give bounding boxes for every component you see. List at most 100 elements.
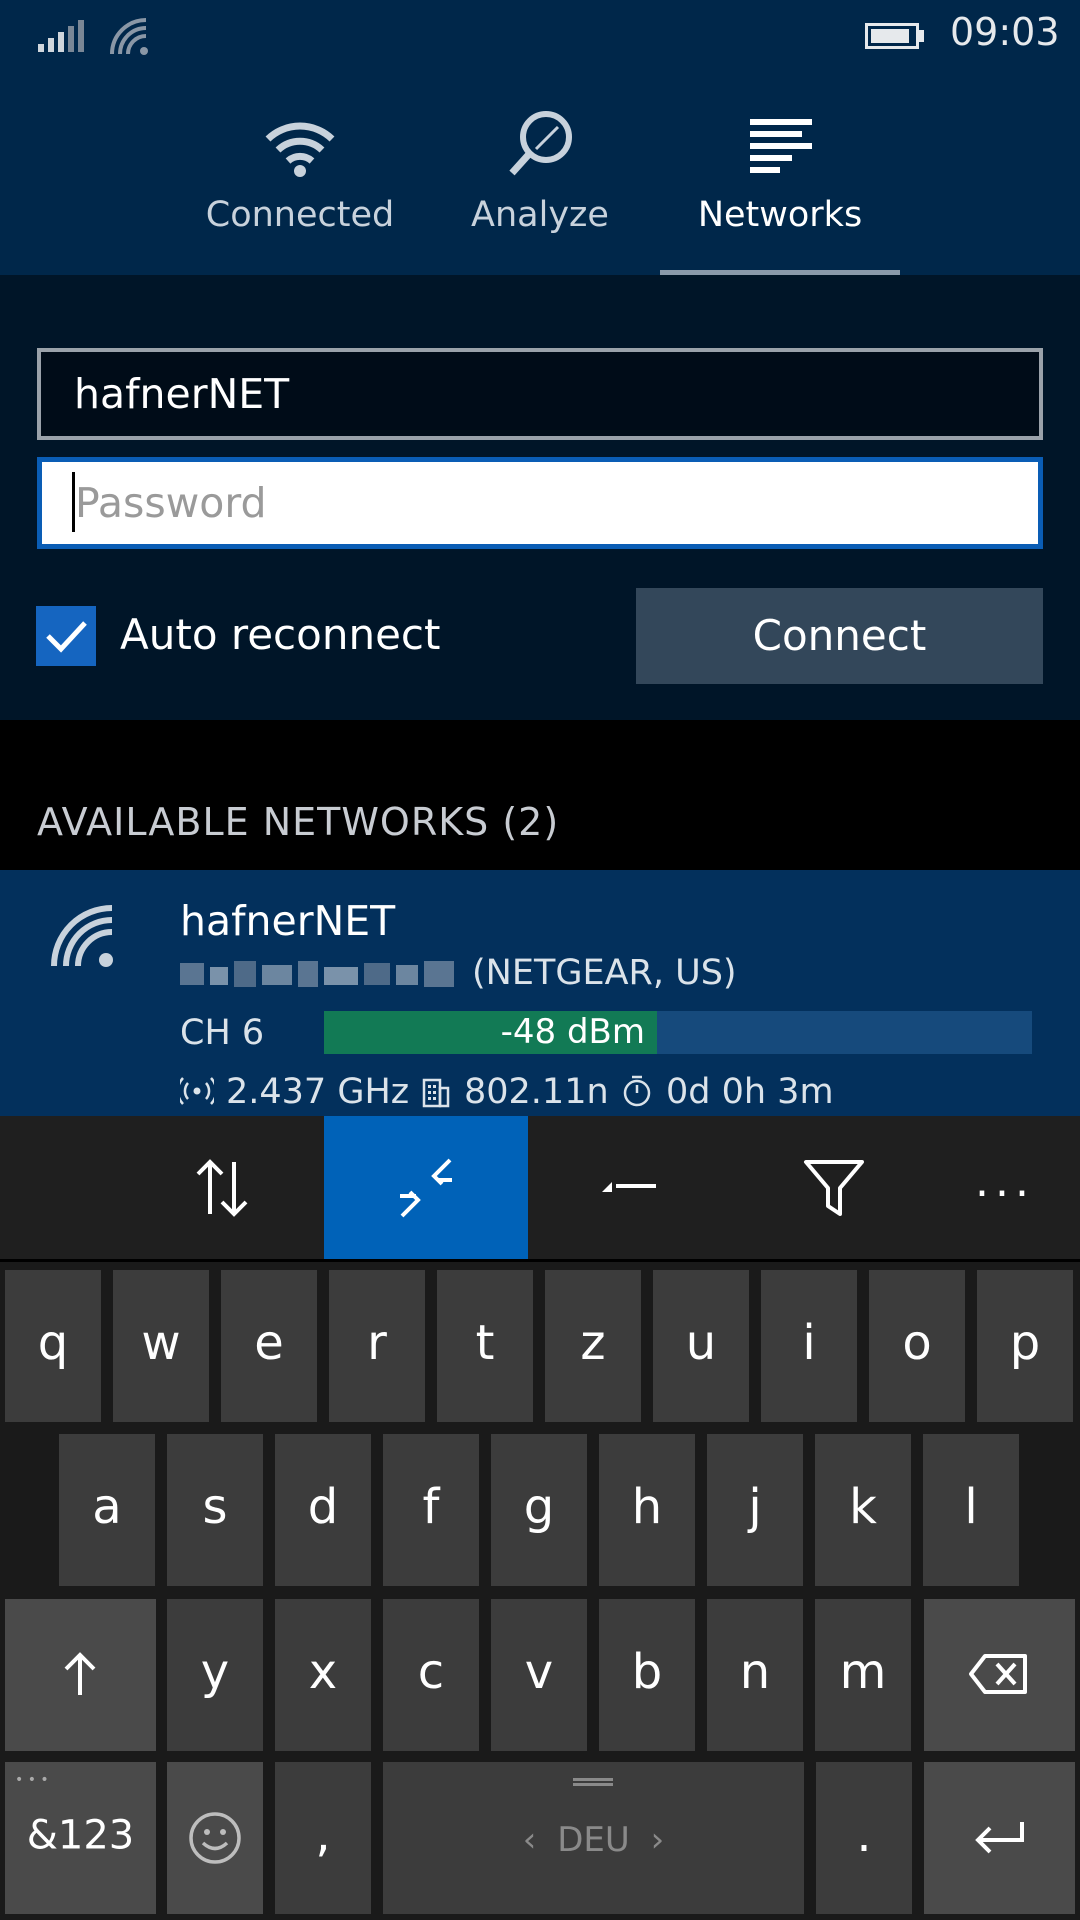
password-input[interactable]: Password	[37, 457, 1043, 549]
backspace-key[interactable]	[924, 1599, 1075, 1751]
smiley-icon	[189, 1812, 241, 1864]
key-label: k	[849, 1479, 877, 1536]
key-g[interactable]: g	[491, 1434, 587, 1586]
space-key[interactable]: ‹ DEU ›	[383, 1762, 804, 1914]
key-label: g	[523, 1479, 555, 1536]
status-bar: 09:03	[0, 0, 1080, 75]
key-label: l	[964, 1479, 978, 1536]
available-networks-heading: AVAILABLE NETWORKS (2)	[37, 800, 560, 844]
filter-button[interactable]	[754, 1116, 914, 1259]
connect-button[interactable]: Connect	[636, 588, 1043, 684]
key-label: m	[839, 1644, 887, 1701]
tab-networks[interactable]: Networks	[660, 75, 900, 275]
radio-frequency-icon	[180, 1077, 214, 1105]
text-caret	[72, 472, 75, 532]
filter-icon	[804, 1160, 864, 1216]
key-f[interactable]: f	[383, 1434, 479, 1586]
wifi-icon	[265, 122, 335, 177]
keyboard-dots: • • •	[15, 1772, 49, 1788]
clock: 09:03	[950, 10, 1060, 54]
enter-key[interactable]	[924, 1762, 1075, 1914]
key-label: f	[422, 1479, 440, 1536]
pin-button[interactable]	[550, 1116, 710, 1259]
tab-networks-label: Networks	[697, 195, 863, 235]
network-frequency: 2.437 GHz	[226, 1072, 410, 1112]
key-d[interactable]: d	[275, 1434, 371, 1586]
key-label: c	[417, 1644, 445, 1701]
key-label: p	[1009, 1315, 1041, 1372]
ssid-input[interactable]: hafnerNET	[37, 348, 1043, 440]
signal-strength-value: -48 dBm	[500, 1012, 645, 1052]
tab-header: Connected Analyze Networks	[0, 75, 1080, 275]
key-label: d	[307, 1479, 339, 1536]
key-v[interactable]: v	[491, 1599, 587, 1751]
wifi-signal-icon	[51, 905, 113, 967]
key-label: v	[524, 1644, 554, 1701]
period-key[interactable]: .	[816, 1762, 912, 1914]
key-a[interactable]: a	[59, 1434, 155, 1586]
key-label: x	[308, 1644, 338, 1701]
key-z[interactable]: z	[545, 1270, 641, 1422]
tab-analyze-label: Analyze	[471, 195, 609, 235]
network-name: hafnerNET	[180, 897, 396, 945]
connect-icon	[400, 1158, 452, 1218]
wifi-status-icon	[110, 18, 148, 55]
key-u[interactable]: u	[653, 1270, 749, 1422]
key-y[interactable]: y	[167, 1599, 263, 1751]
more-button[interactable]: ...	[930, 1116, 1080, 1259]
enter-icon	[975, 1822, 1024, 1854]
shift-key[interactable]	[5, 1599, 156, 1751]
tab-connected[interactable]: Connected	[180, 75, 420, 275]
key-label: j	[748, 1479, 762, 1536]
magnifier-icon	[509, 111, 572, 176]
battery-tip	[919, 30, 924, 42]
sort-button[interactable]	[142, 1116, 302, 1259]
emoji-key[interactable]	[167, 1762, 263, 1914]
key-label: u	[685, 1315, 717, 1372]
key-label: n	[739, 1644, 771, 1701]
checkmark-icon	[46, 621, 87, 653]
key-j[interactable]: j	[707, 1434, 803, 1586]
backspace-icon	[969, 1654, 1027, 1694]
key-m[interactable]: m	[815, 1599, 911, 1751]
key-label: i	[802, 1315, 816, 1372]
symbols-key[interactable]: • • • &123	[5, 1762, 156, 1914]
comma-key[interactable]: ,	[275, 1762, 371, 1914]
key-x[interactable]: x	[275, 1599, 371, 1751]
key-n[interactable]: n	[707, 1599, 803, 1751]
more-icon: ...	[975, 1156, 1035, 1207]
key-s[interactable]: s	[167, 1434, 263, 1586]
shift-arrow-icon	[64, 1652, 96, 1695]
key-l[interactable]: l	[923, 1434, 1019, 1586]
key-label: q	[37, 1315, 69, 1372]
on-screen-keyboard: • • • &123 , ‹ DEU › . q w e r t z u i o p a s d f g h j…	[0, 1262, 1080, 1920]
period-key-label: .	[856, 1807, 872, 1864]
key-w[interactable]: w	[113, 1270, 209, 1422]
key-c[interactable]: c	[383, 1599, 479, 1751]
key-e[interactable]: e	[221, 1270, 317, 1422]
network-vendor: (NETGEAR, US)	[472, 953, 737, 993]
tab-connected-label: Connected	[205, 195, 395, 235]
auto-reconnect-checkbox[interactable]	[36, 606, 96, 666]
key-t[interactable]: t	[437, 1270, 533, 1422]
network-channel: CH 6	[180, 1013, 265, 1053]
key-o[interactable]: o	[869, 1270, 965, 1422]
cellular-signal-icon	[38, 20, 84, 52]
key-label: t	[475, 1315, 495, 1372]
key-label: s	[202, 1479, 228, 1536]
key-b[interactable]: b	[599, 1599, 695, 1751]
key-h[interactable]: h	[599, 1434, 695, 1586]
tab-analyze[interactable]: Analyze	[420, 75, 660, 275]
key-k[interactable]: k	[815, 1434, 911, 1586]
sort-icon	[196, 1159, 248, 1217]
key-i[interactable]: i	[761, 1270, 857, 1422]
space-handle	[573, 1778, 613, 1786]
connect-toggle-button[interactable]	[346, 1116, 506, 1259]
key-r[interactable]: r	[329, 1270, 425, 1422]
symbols-key-label: &123	[26, 1812, 135, 1859]
key-p[interactable]: p	[977, 1270, 1073, 1422]
list-icon	[750, 119, 812, 173]
key-q[interactable]: q	[5, 1270, 101, 1422]
network-uptime: 0d 0h 3m	[666, 1072, 834, 1112]
comma-key-label: ,	[315, 1807, 331, 1864]
